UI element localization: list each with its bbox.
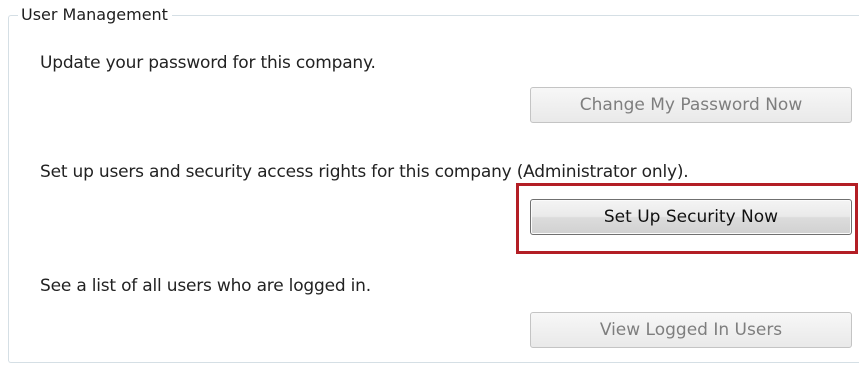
view-logged-in-users-button[interactable]: View Logged In Users (530, 312, 852, 348)
password-description: Update your password for this company. (40, 53, 376, 73)
set-up-security-button[interactable]: Set Up Security Now (530, 199, 852, 235)
change-password-button[interactable]: Change My Password Now (530, 87, 852, 123)
security-description: Set up users and security access rights … (40, 162, 689, 182)
logged-in-description: See a list of all users who are logged i… (40, 276, 371, 296)
group-title: User Management (18, 4, 172, 26)
